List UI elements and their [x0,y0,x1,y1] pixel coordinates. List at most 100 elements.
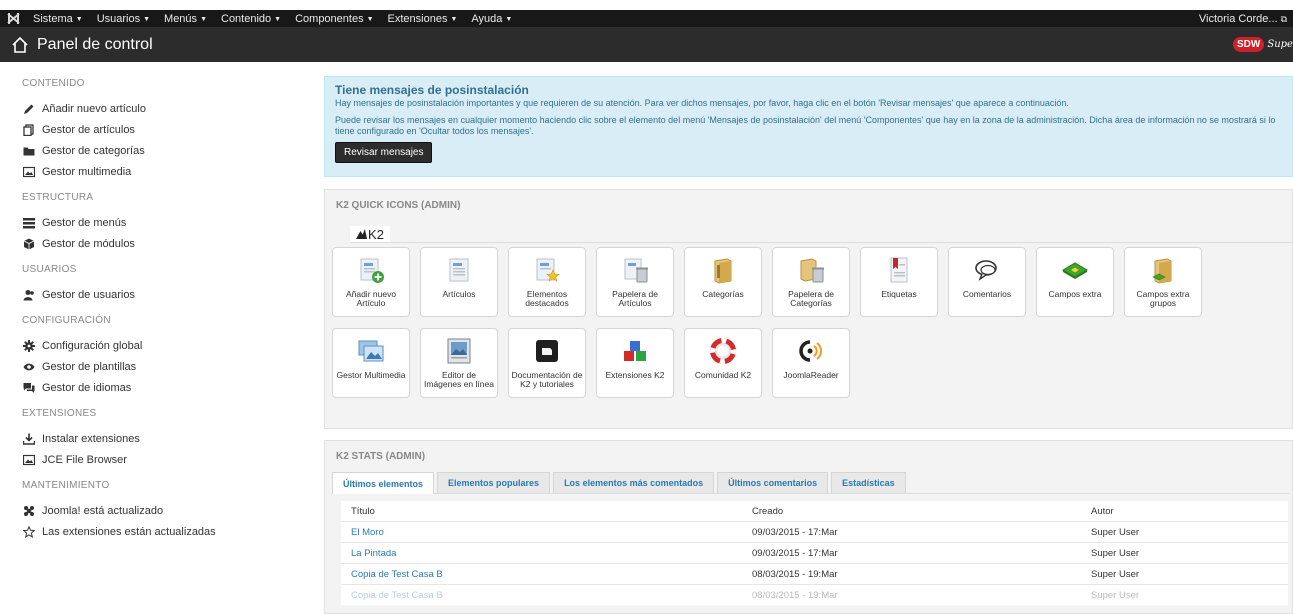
item-title-link[interactable]: Copia de Test Casa B [341,590,752,601]
categories-icon [714,258,732,284]
top-strip [0,0,1293,10]
sidebar-item-modules[interactable]: Gestor de módulos [22,233,302,254]
tab-latest-items[interactable]: Últimos elementos [332,472,435,494]
table-row: Copia de Test Casa B 08/03/2015 - 19:Mar… [341,585,1288,606]
quickicon-featured-items[interactable]: Elementos destacados [508,247,586,317]
quickicon-media-manager[interactable]: Gestor Multimedia [332,328,410,398]
user-menu[interactable]: Victoria Corde... ⧉ [1199,13,1293,25]
image-icon [22,165,35,178]
quickicon-items[interactable]: Artículos [420,247,498,317]
alert-text: Hay mensajes de posinstalación important… [335,98,1069,108]
quickicon-label: Papelera de Categorías [788,289,834,308]
quickicon-label: Elementos destacados [525,289,569,308]
quickicon-add-item[interactable]: Añadir nuevo Artículo [332,247,410,317]
item-author: Super User [1091,589,1140,601]
review-messages-button[interactable]: Revisar mensajes [335,142,433,163]
table-row: El Moro 09/03/2015 - 17:Mar Super User [341,522,1288,543]
eye-icon [22,360,35,373]
sidebar-item-label: Joomla! está actualizado [42,504,164,517]
quickicon-joomlareader[interactable]: JoomlaReader [772,328,850,398]
sidebar-item-label: Configuración global [42,339,143,352]
tab-statistics[interactable]: Estadísticas [831,472,906,493]
copy-icon [22,123,35,136]
title-bar: Panel de control SDW Super Tise [0,27,1293,62]
quickicon-categories[interactable]: Categorías [684,247,762,317]
star-icon [22,525,35,538]
tab-latest-comments[interactable]: Últimos comentarios [717,472,829,493]
sidebar-item-users[interactable]: Gestor de usuarios [22,284,302,305]
item-created: 08/03/2015 - 19:Mar [752,568,838,580]
brand-logo: SDW Super Tise [1233,37,1293,52]
item-author: Super User [1091,547,1140,559]
item-title-link[interactable]: La Pintada [341,548,752,559]
sidebar-item-global-config[interactable]: Configuración global [22,335,302,356]
k2-logo: K2 [350,226,390,242]
joomla-icon [22,504,35,517]
home-icon [12,36,28,53]
quickicon-comments[interactable]: Comentarios [948,247,1026,317]
menu-ayuda[interactable]: Ayuda ▼ [464,13,519,25]
sidebar: CONTENIDO Añadir nuevo artículo Gestor d… [22,74,302,542]
quickicon-label: Campos extra grupos [1136,289,1190,308]
quickicon-documentation[interactable]: Documentación de K2 y tutoriales [508,328,586,398]
quickicon-label: Etiquetas [881,289,917,299]
item-title-link[interactable]: El Moro [341,527,752,538]
menu-extensiones[interactable]: Extensiones ▼ [381,13,465,25]
sidebar-item-languages[interactable]: Gestor de idiomas [22,377,302,398]
sidebar-item-label: Gestor de artículos [42,123,135,136]
quickicon-categories-trash[interactable]: Papelera de Categorías [772,247,850,317]
k2-quick-icons-panel: K2 QUICK ICONS (ADMIN) K2 Añadir nuevo A… [324,189,1293,429]
gear-icon [22,339,35,352]
image-editor-icon [447,338,471,364]
menu-contenido[interactable]: Contenido ▼ [214,13,288,25]
menu-sistema[interactable]: Sistema ▼ [26,13,90,25]
menu-label: Contenido [221,12,272,25]
quickicon-image-editor[interactable]: Editor de Imágenes en línea [420,328,498,398]
sidebar-item-menus[interactable]: Gestor de menús [22,212,302,233]
quickicon-label: Categorías [702,289,744,299]
quickicon-label: Extensiones K2 [605,370,665,380]
sidebar-item-categories[interactable]: Gestor de categorías [22,140,302,161]
caret-down-icon: ▼ [505,15,513,23]
item-created: 09/03/2015 - 17:Mar [752,547,838,559]
column-header-created: Creado [752,505,784,517]
menu-label: Ayuda [471,12,503,25]
sidebar-item-jce[interactable]: JCE File Browser [22,449,302,470]
menu-label: Componentes [295,12,364,25]
sidebar-item-articles[interactable]: Gestor de artículos [22,119,302,140]
menu-usuarios[interactable]: Usuarios ▼ [90,13,157,25]
postinstall-alert: Tiene mensajes de posinstalación Hay men… [324,76,1293,177]
quickicon-extra-field-groups[interactable]: Campos extra grupos [1124,247,1202,317]
sidebar-item-templates[interactable]: Gestor de plantillas [22,356,302,377]
joomla-logo-icon[interactable] [0,12,26,25]
alert-text-secondary: Puede revisar los mensajes en cualquier … [335,115,1276,136]
item-author: Super User [1091,568,1140,580]
menu-componentes[interactable]: Componentes ▼ [288,13,380,25]
quickicon-extra-fields[interactable]: Campos extra [1036,247,1114,317]
sidebar-item-label: JCE File Browser [42,453,127,466]
sidebar-item-label: Las extensiones están actualizadas [42,525,216,538]
menu-menus[interactable]: Menús ▼ [157,13,214,25]
quickicon-extensions[interactable]: Extensiones K2 [596,328,674,398]
sidebar-item-install[interactable]: Instalar extensiones [22,428,302,449]
table-header-row: Título Creado Autor [341,501,1288,522]
item-author: Super User [1091,526,1140,538]
quickicon-community[interactable]: Comunidad K2 [684,328,762,398]
alert-heading: Tiene mensajes de posinstalación [335,83,529,97]
caret-down-icon: ▼ [450,15,458,23]
sidebar-item-label: Gestor de categorías [42,144,145,157]
menu-label: Usuarios [96,12,141,25]
item-title-link[interactable]: Copia de Test Casa B [341,569,752,580]
page-title: Panel de control [37,35,153,53]
quickicon-items-trash[interactable]: Papelera de Artículos [596,247,674,317]
quickicon-label: Editor de Imágenes en línea [424,370,494,389]
quickicon-label: Documentación de K2 y tutoriales [511,370,583,389]
sidebar-section-mantenimiento: MANTENIMIENTO [22,480,110,491]
sidebar-item-extensions-updated[interactable]: Las extensiones están actualizadas [22,521,302,542]
sidebar-item-media[interactable]: Gestor multimedia [22,161,302,182]
tab-popular-items[interactable]: Elementos populares [437,472,551,493]
quickicon-tags[interactable]: Etiquetas [860,247,938,317]
sidebar-item-add-article[interactable]: Añadir nuevo artículo [22,98,302,119]
sidebar-item-joomla-updated[interactable]: Joomla! está actualizado [22,500,302,521]
tab-most-commented[interactable]: Los elementos más comentados [553,472,715,493]
